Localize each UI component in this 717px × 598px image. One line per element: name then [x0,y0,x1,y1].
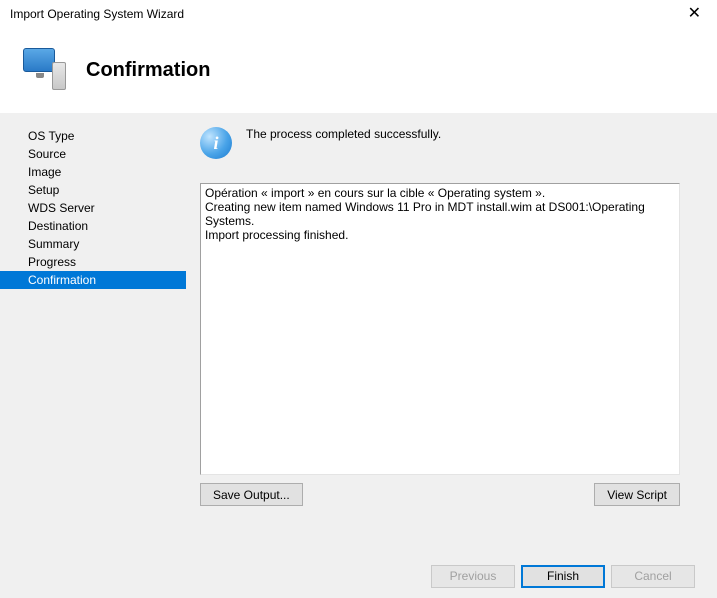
status-row: i The process completed successfully. [200,127,695,159]
wizard-content: i The process completed successfully. Op… [186,113,717,570]
wizard-header: Confirmation [0,26,717,113]
info-icon: i [200,127,232,159]
sidebar-item-setup[interactable]: Setup [0,181,186,199]
cancel-button: Cancel [611,565,695,588]
wizard-footer: Previous Finish Cancel [0,554,717,598]
sidebar-item-source[interactable]: Source [0,145,186,163]
page-title: Confirmation [86,59,210,82]
close-icon[interactable]: ✕ [682,6,707,22]
sidebar-item-destination[interactable]: Destination [0,217,186,235]
previous-button: Previous [431,565,515,588]
window-title: Import Operating System Wizard [10,7,184,21]
sidebar-item-progress[interactable]: Progress [0,253,186,271]
wizard-body: OS TypeSourceImageSetupWDS ServerDestina… [0,113,717,570]
finish-button[interactable]: Finish [521,565,605,588]
computer-icon [20,46,68,94]
log-output[interactable]: Opération « import » en cours sur la cib… [200,183,680,475]
output-buttons: Save Output... View Script [200,483,680,506]
view-script-button[interactable]: View Script [594,483,680,506]
status-text: The process completed successfully. [246,127,441,141]
sidebar-item-os-type[interactable]: OS Type [0,127,186,145]
sidebar-item-image[interactable]: Image [0,163,186,181]
sidebar-item-wds-server[interactable]: WDS Server [0,199,186,217]
titlebar: Import Operating System Wizard ✕ [0,0,717,26]
save-output-button[interactable]: Save Output... [200,483,303,506]
sidebar-item-confirmation[interactable]: Confirmation [0,271,186,289]
sidebar-item-summary[interactable]: Summary [0,235,186,253]
wizard-sidebar: OS TypeSourceImageSetupWDS ServerDestina… [0,113,186,570]
